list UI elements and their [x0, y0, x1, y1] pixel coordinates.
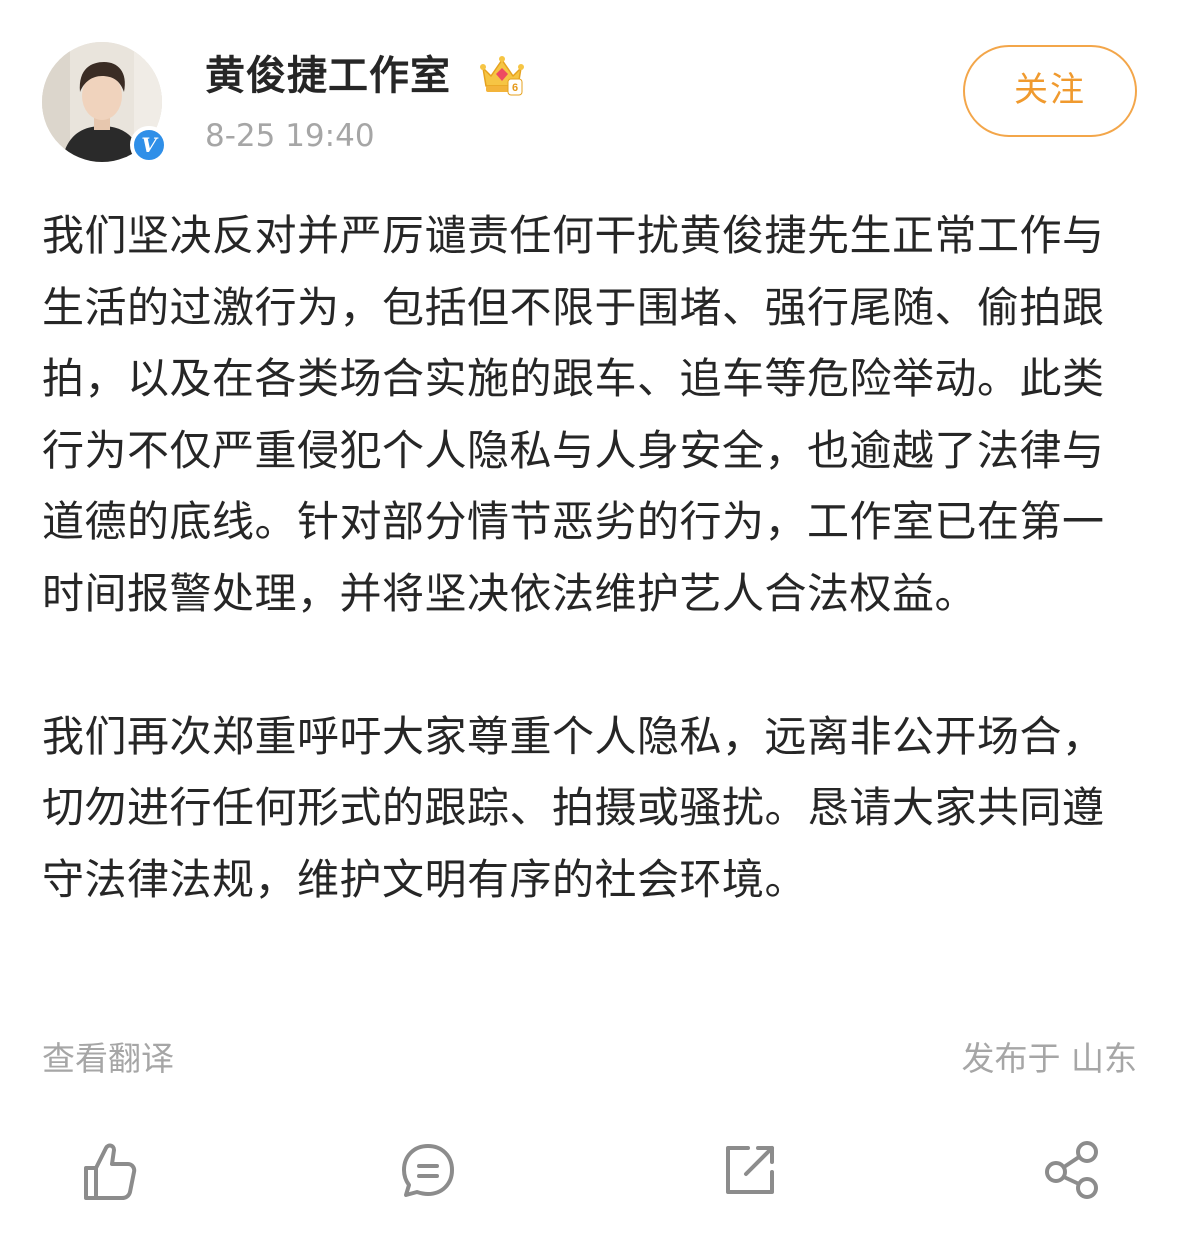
follow-button[interactable]: 关注	[963, 45, 1137, 137]
repost-button[interactable]	[714, 1134, 786, 1206]
like-button[interactable]	[72, 1134, 144, 1206]
comment-icon	[402, 1144, 454, 1197]
post-location: 发布于 山东	[961, 1039, 1138, 1078]
thumbs-up-icon	[84, 1143, 137, 1200]
action-bar	[0, 1120, 1179, 1220]
post-timestamp: 8-25 19:40	[205, 118, 375, 154]
view-translation-link[interactable]: 查看翻译	[42, 1036, 174, 1082]
share-button[interactable]	[1036, 1134, 1108, 1206]
repost-icon	[726, 1146, 774, 1194]
avatar-container[interactable]: V	[42, 42, 168, 164]
crown-level-icon[interactable]: 6	[478, 54, 526, 98]
account-name[interactable]: 黄俊捷工作室	[205, 48, 451, 104]
post-body: 我们坚决反对并严厉谴责任何干扰黄俊捷先生正常工作与生活的过激行为，包括但不限于围…	[42, 200, 1137, 915]
verified-badge-icon: V	[130, 126, 168, 164]
comment-button[interactable]	[392, 1134, 464, 1206]
rank-level-label: 6	[512, 82, 518, 94]
post-paragraph: 我们再次郑重呼吁大家尊重个人隐私，远离非公开场合，切勿进行任何形式的跟踪、拍摄或…	[42, 711, 1105, 904]
post-paragraph: 我们坚决反对并严厉谴责任何干扰黄俊捷先生正常工作与生活的过激行为，包括但不限于围…	[42, 211, 1105, 618]
share-icon	[1045, 1141, 1098, 1199]
post-header: V 黄俊捷工作室 6 8-25 19:40 关注	[0, 0, 1179, 170]
